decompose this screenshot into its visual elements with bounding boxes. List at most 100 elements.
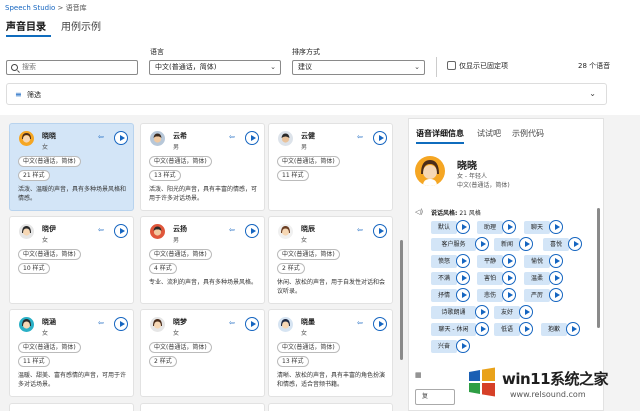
play-sample-button[interactable] bbox=[245, 317, 259, 331]
styles-badge: 13 样式 bbox=[149, 170, 181, 181]
style-chip[interactable]: 平静 bbox=[477, 254, 517, 268]
pin-icon[interactable]: ⇦ bbox=[229, 226, 235, 234]
tab-sample-code[interactable]: 示例代码 bbox=[512, 128, 544, 139]
breadcrumb-root[interactable]: Speech Studio bbox=[5, 4, 55, 12]
pin-icon[interactable]: ⇦ bbox=[357, 319, 363, 327]
style-chip[interactable]: 愉悦 bbox=[524, 254, 564, 268]
voice-card[interactable] bbox=[9, 403, 134, 411]
play-style-button[interactable] bbox=[566, 322, 580, 336]
style-chip[interactable]: 喜悦 bbox=[543, 237, 583, 251]
play-style-button[interactable] bbox=[475, 305, 489, 319]
voice-card-yunxi[interactable]: 云希 男 ⇦ 中文(普通话，简体) 13 样式 活泼、阳光的声音，具有丰富的情感… bbox=[140, 123, 265, 211]
windows-logo-icon bbox=[469, 367, 495, 397]
play-sample-button[interactable] bbox=[114, 131, 128, 145]
play-style-button[interactable] bbox=[568, 237, 582, 251]
play-style-button[interactable] bbox=[549, 220, 563, 234]
pin-icon[interactable]: ⇦ bbox=[229, 133, 235, 141]
play-style-button[interactable] bbox=[502, 271, 516, 285]
style-chip[interactable]: 兴奋 bbox=[431, 339, 471, 353]
play-sample-button[interactable] bbox=[245, 224, 259, 238]
voice-card-xiaochen[interactable]: 晓辰 女 ⇦ 中文(普通话，简体) 2 样式 休闲、放松的声音，用于自发性对话和… bbox=[268, 216, 393, 304]
play-style-button[interactable] bbox=[519, 237, 533, 251]
voice-card-xiaoyi[interactable]: 晓伊 女 ⇦ 中文(普通话，简体) 10 样式 bbox=[9, 216, 134, 304]
play-style-button[interactable] bbox=[502, 220, 516, 234]
play-style-button[interactable] bbox=[549, 254, 563, 268]
voice-card-yunyang[interactable]: 云扬 男 ⇦ 中文(普通话，简体) 4 样式 专业、流利的声音，具有多种场景风格… bbox=[140, 216, 265, 304]
play-style-button[interactable] bbox=[456, 220, 470, 234]
avatar bbox=[415, 156, 445, 186]
voice-card[interactable] bbox=[268, 403, 393, 411]
play-style-button[interactable] bbox=[549, 288, 563, 302]
play-sample-button[interactable] bbox=[373, 131, 387, 145]
style-chip[interactable]: 默认 bbox=[431, 220, 471, 234]
pinned-only-checkbox[interactable] bbox=[447, 61, 456, 70]
voice-card-xiaoxiao[interactable]: 晓晓 女 ⇦ 中文(普通话，简体) 21 样式 活泼、温暖的声音，具有多种场景风… bbox=[9, 123, 134, 211]
style-chip[interactable]: 助理 bbox=[477, 220, 517, 234]
style-chip[interactable]: 客户服务 bbox=[431, 237, 491, 251]
list-scrollbar[interactable] bbox=[400, 240, 403, 360]
voice-name: 晓涵 bbox=[42, 318, 56, 326]
voice-card-xiaomo[interactable]: 晓墨 女 ⇦ 中文(普通话，简体) 13 样式 清晰、放松的声音，具有丰富的角色… bbox=[268, 309, 393, 397]
language-badge: 中文(普通话，简体) bbox=[277, 342, 340, 353]
play-sample-button[interactable] bbox=[245, 131, 259, 145]
play-sample-button[interactable] bbox=[114, 317, 128, 331]
language-badge: 中文(普通话，简体) bbox=[149, 156, 212, 167]
voice-card-xiaohan[interactable]: 晓涵 女 ⇦ 中文(普通话，简体) 11 样式 温暖、甜美、富有感情的声音，可用… bbox=[9, 309, 134, 397]
style-chip[interactable]: 抱歉 bbox=[541, 322, 581, 336]
play-style-button[interactable] bbox=[502, 288, 516, 302]
pin-icon[interactable]: ⇦ bbox=[357, 133, 363, 141]
style-chip[interactable]: 低语 bbox=[494, 322, 534, 336]
voice-card-xiaomeng[interactable]: 晓梦 女 ⇦ 中文(普通话，简体) 2 样式 bbox=[140, 309, 265, 397]
style-chip[interactable]: 聊天 bbox=[524, 220, 564, 234]
style-chip[interactable]: 严厉 bbox=[524, 288, 564, 302]
play-style-button[interactable] bbox=[502, 254, 516, 268]
play-style-button[interactable] bbox=[456, 271, 470, 285]
pin-icon[interactable]: ⇦ bbox=[98, 226, 104, 234]
style-chip[interactable]: 悲伤 bbox=[477, 288, 517, 302]
language-badge: 中文(普通话，简体) bbox=[277, 249, 340, 260]
style-chip[interactable]: 愤怒 bbox=[431, 254, 471, 268]
language-select[interactable]: 中文(普通话，简体) ⌄ bbox=[149, 60, 281, 75]
pin-icon[interactable]: ⇦ bbox=[229, 319, 235, 327]
style-label: 愉悦 bbox=[524, 255, 550, 268]
style-chip[interactable]: 诗歌朗诵 bbox=[431, 305, 491, 319]
voice-card-yunjian[interactable]: 云健 男 ⇦ 中文(普通话，简体) 11 样式 bbox=[268, 123, 393, 211]
style-chip[interactable]: 不满 bbox=[431, 271, 471, 285]
play-style-button[interactable] bbox=[549, 271, 563, 285]
play-style-button[interactable] bbox=[475, 237, 489, 251]
pin-icon[interactable]: ⇦ bbox=[357, 226, 363, 234]
play-sample-button[interactable] bbox=[114, 224, 128, 238]
tab-try-it[interactable]: 试试吧 bbox=[477, 128, 501, 139]
play-sample-button[interactable] bbox=[373, 317, 387, 331]
voice-card[interactable] bbox=[140, 403, 265, 411]
style-chip[interactable]: 友好 bbox=[494, 305, 534, 319]
search-icon bbox=[11, 64, 18, 71]
play-style-button[interactable] bbox=[519, 305, 533, 319]
search-input[interactable]: 搜索 bbox=[6, 60, 138, 75]
pin-icon[interactable]: ⇦ bbox=[98, 319, 104, 327]
play-style-button[interactable] bbox=[456, 288, 470, 302]
tab-use-cases[interactable]: 用例示例 bbox=[61, 18, 101, 33]
style-chip[interactable]: 聊天 - 休闲 bbox=[431, 322, 491, 336]
play-sample-button[interactable] bbox=[373, 224, 387, 238]
avatar bbox=[278, 317, 293, 332]
sort-label: 排序方式 bbox=[292, 48, 320, 56]
filter-bar[interactable]: ≡ 筛选 ⌄ bbox=[6, 83, 607, 105]
play-style-button[interactable] bbox=[456, 254, 470, 268]
play-style-button[interactable] bbox=[475, 322, 489, 336]
style-chip[interactable]: 抒情 bbox=[431, 288, 471, 302]
play-style-button[interactable] bbox=[519, 322, 533, 336]
sort-select[interactable]: 建议 ⌄ bbox=[292, 60, 425, 75]
style-chip[interactable]: 新闻 bbox=[494, 237, 534, 251]
pin-icon[interactable]: ⇦ bbox=[98, 133, 104, 141]
copy-button[interactable]: 复 bbox=[415, 389, 455, 405]
style-chip[interactable]: 温柔 bbox=[524, 271, 564, 285]
sort-value: 建议 bbox=[298, 63, 312, 71]
tab-voice-catalog[interactable]: 声音目录 bbox=[6, 18, 46, 33]
style-label: 温柔 bbox=[524, 272, 550, 285]
play-style-button[interactable] bbox=[456, 339, 470, 353]
style-chip[interactable]: 害怕 bbox=[477, 271, 517, 285]
styles-scrollbar[interactable] bbox=[597, 208, 600, 328]
tab-voice-details[interactable]: 语音详细信息 bbox=[416, 128, 464, 139]
style-label: 抒情 bbox=[431, 289, 457, 302]
